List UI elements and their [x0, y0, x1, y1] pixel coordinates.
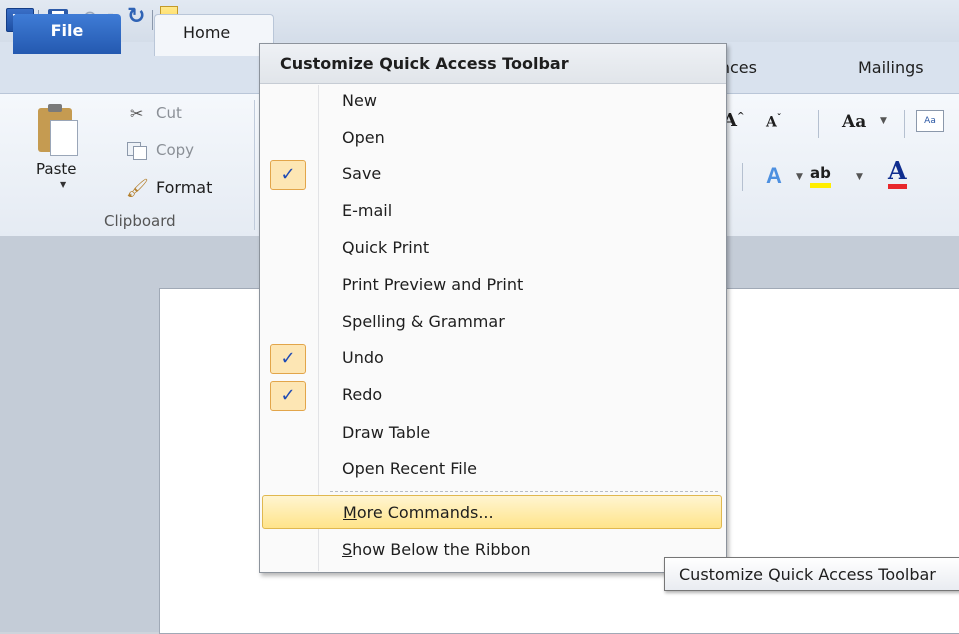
tab-file[interactable]: File [13, 14, 121, 54]
quick-access-toolbar: W ↶ ▾ ↻ ▾ [0, 0, 959, 42]
menu-item-open[interactable]: Open [262, 121, 722, 155]
chevron-down-icon[interactable]: ▼ [856, 172, 863, 182]
scissors-icon[interactable]: ✂ [130, 104, 143, 123]
check-icon: ✓ [270, 344, 306, 374]
menu-item-new[interactable]: New [262, 84, 722, 118]
font-color-button[interactable]: A [888, 158, 907, 189]
chevron-down-icon[interactable]: ▼ [880, 116, 887, 126]
menu-item-undo[interactable]: ✓ Undo [262, 341, 722, 375]
menu-item-more-commands[interactable]: More Commands... [262, 495, 722, 529]
tab-home[interactable]: Home [154, 14, 274, 56]
ribbon-separator [742, 163, 743, 191]
text-highlight-button[interactable]: ab [810, 163, 831, 188]
format-painter-icon[interactable]: 🖌 [126, 178, 149, 199]
menu-item-show-below-ribbon[interactable]: Show Below the Ribbon [262, 533, 722, 567]
check-icon: ✓ [270, 381, 306, 411]
copy-button[interactable]: Copy [156, 141, 194, 159]
tab-mailings[interactable]: Mailings [858, 58, 924, 77]
qat-separator [152, 10, 153, 30]
menu-item-quick-print[interactable]: Quick Print [262, 231, 722, 265]
menu-item-email[interactable]: E-mail [262, 194, 722, 228]
menu-item-open-recent[interactable]: Open Recent File [262, 452, 722, 486]
format-painter-button[interactable]: Format [156, 178, 212, 197]
menu-title: Customize Quick Access Toolbar [260, 44, 726, 84]
group-separator [254, 100, 255, 230]
chevron-down-icon[interactable]: ▼ [796, 172, 803, 182]
customize-qat-menu: Customize Quick Access Toolbar New Open … [259, 43, 727, 573]
tooltip: Customize Quick Access Toolbar [664, 557, 959, 591]
clipboard-group-label: Clipboard [104, 212, 176, 230]
check-icon: ✓ [270, 160, 306, 190]
cut-button[interactable]: Cut [156, 104, 182, 122]
paste-button-label[interactable]: Paste [36, 160, 77, 178]
change-case-button[interactable]: Aa [842, 112, 866, 132]
paste-dropdown-icon[interactable]: ▼ [60, 180, 66, 189]
ribbon-separator [818, 110, 819, 138]
menu-item-print-preview[interactable]: Print Preview and Print [262, 268, 722, 302]
clear-formatting-button[interactable]: Aa [916, 110, 944, 132]
menu-item-spelling[interactable]: Spelling & Grammar [262, 305, 722, 339]
menu-item-draw-table[interactable]: Draw Table [262, 416, 722, 450]
menu-item-redo[interactable]: ✓ Redo [262, 378, 722, 412]
paste-icon[interactable] [38, 104, 78, 156]
redo-icon[interactable]: ↻ [127, 4, 145, 29]
text-effects-button[interactable]: A [766, 163, 782, 189]
ribbon-separator [904, 110, 905, 138]
menu-item-save[interactable]: ✓ Save [262, 157, 722, 191]
shrink-font-button[interactable]: Aˇ [766, 114, 781, 131]
menu-separator [330, 491, 718, 492]
copy-icon[interactable] [127, 142, 147, 160]
